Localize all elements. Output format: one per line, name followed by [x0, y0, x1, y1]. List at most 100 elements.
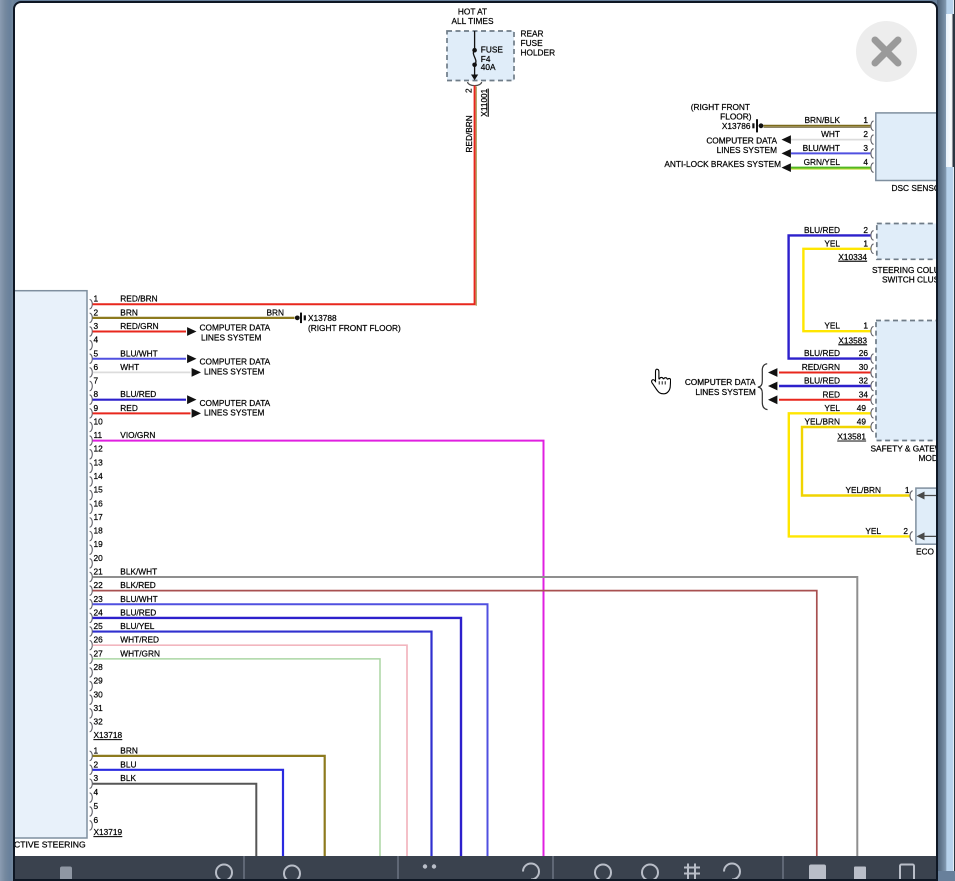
svg-text:SWITCH CLUSTER: SWITCH CLUSTER — [882, 275, 938, 285]
svg-text:15: 15 — [94, 485, 104, 495]
svg-text:6: 6 — [94, 815, 99, 825]
svg-text:6: 6 — [94, 362, 99, 372]
svg-text:17: 17 — [94, 512, 104, 522]
svg-text:YEL: YEL — [865, 526, 881, 536]
svg-text:32: 32 — [94, 717, 104, 727]
svg-text:BRN: BRN — [120, 307, 138, 317]
svg-text:3: 3 — [94, 773, 99, 783]
svg-text:DSC SENSOR: DSC SENSOR — [892, 183, 939, 193]
svg-text:YEL: YEL — [824, 238, 840, 248]
svg-text:X13788: X13788 — [308, 313, 337, 323]
svg-text:31: 31 — [94, 703, 104, 713]
svg-text:STEERING COLUMN: STEERING COLUMN — [872, 265, 938, 275]
svg-text:21: 21 — [94, 567, 104, 577]
svg-text:WHT: WHT — [120, 362, 139, 372]
svg-text:2: 2 — [903, 526, 908, 536]
svg-text:10: 10 — [94, 416, 104, 426]
svg-text:LINES SYSTEM: LINES SYSTEM — [204, 408, 264, 418]
svg-text:4: 4 — [863, 157, 868, 167]
svg-text:YEL: YEL — [824, 321, 840, 331]
svg-text:BRN/BLK: BRN/BLK — [804, 115, 840, 125]
svg-text:1: 1 — [863, 115, 868, 125]
svg-text:BLU/WHT: BLU/WHT — [803, 143, 840, 153]
svg-text:34: 34 — [859, 389, 869, 399]
svg-text:4: 4 — [94, 335, 99, 345]
svg-text:RED: RED — [822, 389, 840, 399]
svg-text:BLK: BLK — [120, 773, 136, 783]
svg-text:30: 30 — [94, 689, 104, 699]
svg-text:8: 8 — [94, 389, 99, 399]
svg-text:BRN: BRN — [120, 745, 138, 755]
svg-text:MODULE: MODULE — [919, 453, 939, 463]
svg-text:BLU: BLU — [120, 759, 136, 769]
svg-text:YEL/BRN: YEL/BRN — [804, 417, 840, 427]
svg-text:30: 30 — [859, 362, 869, 372]
svg-text:3: 3 — [94, 321, 99, 331]
svg-text:COMPUTER DATA: COMPUTER DATA — [706, 136, 777, 146]
svg-text:COMPUTER DATA: COMPUTER DATA — [685, 377, 756, 387]
svg-text:COMPUTER DATA: COMPUTER DATA — [200, 357, 271, 367]
svg-text:YEL/BRN: YEL/BRN — [845, 485, 881, 495]
svg-text:RED/GRN: RED/GRN — [120, 321, 158, 331]
svg-text:1: 1 — [905, 485, 910, 495]
svg-text:X13583: X13583 — [838, 335, 867, 345]
svg-text:1: 1 — [863, 321, 868, 331]
svg-text:BLU/RED: BLU/RED — [120, 389, 156, 399]
svg-text:BLU/WHT: BLU/WHT — [120, 594, 157, 604]
svg-text:(RIGHT FRONT FLOOR): (RIGHT FRONT FLOOR) — [308, 323, 401, 333]
svg-text:ALL TIMES: ALL TIMES — [452, 16, 494, 26]
svg-text:2: 2 — [863, 129, 868, 139]
svg-text:X11001: X11001 — [479, 88, 489, 116]
svg-text:REAR: REAR — [521, 29, 544, 39]
svg-text:4: 4 — [94, 787, 99, 797]
svg-text:BRN: BRN — [266, 307, 284, 317]
svg-text:COMPUTER DATA: COMPUTER DATA — [200, 323, 271, 333]
svg-text:BLU/RED: BLU/RED — [804, 376, 840, 386]
svg-text:X13786: X13786 — [722, 121, 751, 131]
svg-text:BLU/YEL: BLU/YEL — [120, 621, 155, 631]
svg-text:14: 14 — [94, 471, 104, 481]
svg-text:WHT/RED: WHT/RED — [120, 635, 159, 645]
svg-text:BLK/WHT: BLK/WHT — [120, 567, 157, 577]
svg-text:RED: RED — [120, 403, 138, 413]
svg-text:49: 49 — [857, 417, 867, 427]
svg-text:VIO/GRN: VIO/GRN — [120, 430, 155, 440]
svg-text:26: 26 — [859, 348, 869, 358]
svg-text:X13719: X13719 — [94, 827, 123, 837]
svg-text:BLU/WHT: BLU/WHT — [120, 348, 157, 358]
svg-text:28: 28 — [94, 662, 104, 672]
svg-text:2: 2 — [94, 307, 99, 317]
svg-text:26: 26 — [94, 635, 104, 645]
svg-text:X13718: X13718 — [94, 730, 123, 740]
svg-text:7: 7 — [94, 376, 99, 386]
svg-text:BLU/RED: BLU/RED — [804, 348, 840, 358]
svg-text:2: 2 — [463, 88, 473, 93]
svg-text:19: 19 — [94, 539, 104, 549]
svg-text:RED/GRN: RED/GRN — [802, 362, 840, 372]
svg-text:FLOOR): FLOOR) — [720, 112, 752, 122]
svg-text:RED/BRN: RED/BRN — [120, 294, 157, 304]
svg-text:HOT AT: HOT AT — [458, 7, 487, 17]
svg-text:1: 1 — [94, 294, 99, 304]
svg-text:27: 27 — [94, 648, 104, 658]
svg-text:ANTI-LOCK BRAKES SYSTEM: ANTI-LOCK BRAKES SYSTEM — [664, 159, 781, 169]
svg-text:11: 11 — [94, 430, 103, 440]
svg-text:BLK/RED: BLK/RED — [120, 580, 156, 590]
svg-text:GRN/YEL: GRN/YEL — [804, 157, 841, 167]
svg-text:WHT: WHT — [821, 129, 840, 139]
svg-text:X10334: X10334 — [838, 252, 867, 262]
svg-text:29: 29 — [94, 676, 104, 686]
svg-text:40A: 40A — [481, 62, 496, 72]
svg-text:1: 1 — [863, 238, 868, 248]
svg-text:49: 49 — [857, 403, 867, 413]
svg-text:25: 25 — [94, 621, 104, 631]
svg-text:3: 3 — [863, 143, 868, 153]
svg-text:13: 13 — [94, 457, 104, 467]
svg-text:LINES SYSTEM: LINES SYSTEM — [204, 366, 264, 376]
svg-text:FUSE: FUSE — [521, 38, 544, 48]
svg-text:20: 20 — [94, 553, 104, 563]
svg-text:WHT/GRN: WHT/GRN — [120, 648, 160, 658]
svg-text:18: 18 — [94, 526, 104, 536]
svg-text:22: 22 — [94, 580, 104, 590]
svg-text:(RIGHT FRONT: (RIGHT FRONT — [691, 102, 750, 112]
